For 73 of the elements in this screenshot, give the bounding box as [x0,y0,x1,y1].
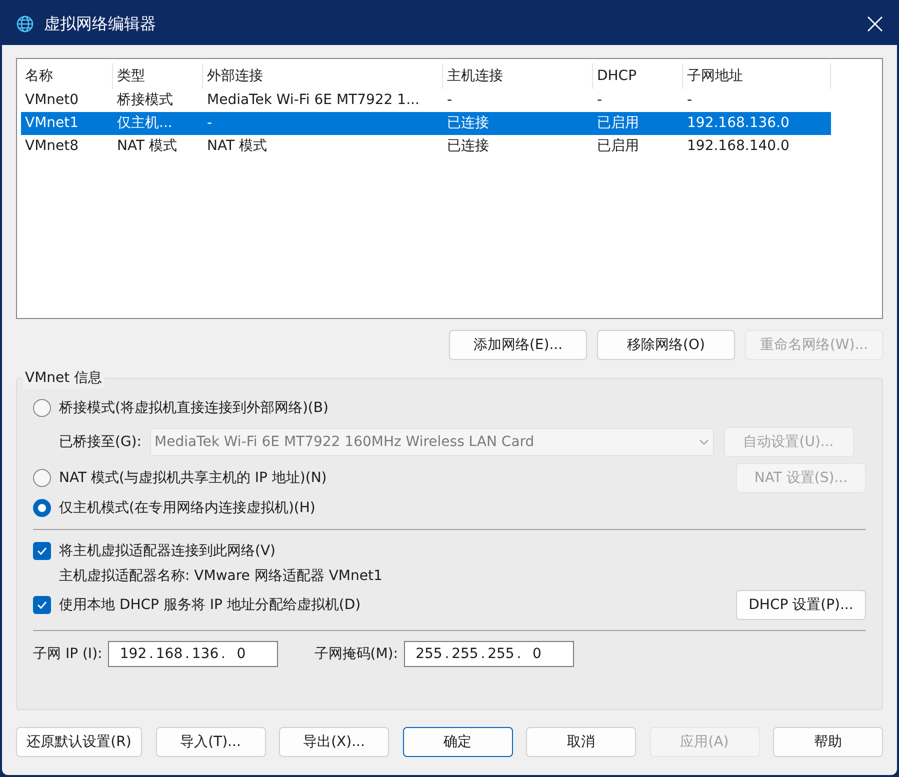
octet-value: 0 [236,644,247,664]
close-icon[interactable] [867,16,883,32]
dialog-button[interactable]: 取消 [526,727,636,757]
table-row[interactable]: VMnet0 桥接模式 MediaTek Wi-Fi 6E MT7922 1... - - - [21,89,831,112]
adapter-name-text: 主机虚拟适配器名称: VMware 网络适配器 VMnet1 [59,566,384,586]
radio-button[interactable] [33,399,51,417]
table-cell-text: - [686,91,694,110]
dot-separator: . [516,644,522,664]
table-cell-text: VMnet0 [24,91,80,110]
dialog-button[interactable]: 确定 [402,727,512,757]
table-row[interactable]: VMnet8 NAT 模式 NAT 模式 已连接 已启用 192.168.140.0 [21,135,831,158]
window-title: 虚拟网络编辑器 [44,12,156,34]
table-cell-text: MediaTek Wi-Fi 6E MT7922 1... [206,91,420,110]
table-cell-text: - [446,91,454,110]
table-cell-text: - [596,91,604,110]
table-row[interactable]: VMnet1 仅主机... - 已连接 已启用 192.168.136.0 [21,112,831,135]
table-cell-text: 桥接模式 [116,91,174,110]
table-cell-text: VMnet8 [24,137,80,156]
action-button[interactable]: 添加网络(E)... [449,330,587,360]
dot-separator: . [148,644,154,664]
column-header[interactable]: 外部连接 [203,63,443,89]
chevron-down-icon [698,439,708,445]
column-header[interactable]: 名称 [21,63,113,89]
checkmark-icon [37,601,47,609]
table-cell-text: 仅主机... [116,114,174,133]
octet-value: 136 [191,644,220,664]
checkbox[interactable] [33,596,51,614]
table-cell-text: 已连接 [446,137,490,156]
dot-separator: . [444,644,450,664]
field-label: 已桥接至(G): [59,432,142,452]
dhcp-settings-button[interactable]: DHCP 设置(P)... [736,590,866,620]
dot-separator: . [480,644,486,664]
table-cell-text: NAT 模式 [116,137,178,156]
dot-separator: . [184,644,190,664]
column-header[interactable]: 子网地址 [683,63,831,89]
radio-label: 仅主机模式(在专用网络内连接虚拟机)(H) [59,498,316,518]
checkbox-label: 使用本地 DHCP 服务将 IP 地址分配给虚拟机(D) [59,596,361,614]
column-header[interactable]: 类型 [113,63,203,89]
ip-address-field[interactable]: 255 . 255 . 255 . 0 [404,641,574,667]
table-cell-text: 已连接 [446,114,490,133]
group-title: VMnet 信息 [23,368,104,389]
table-cell-text: 192.168.140.0 [686,137,790,156]
radio-label: NAT 模式(与虚拟机共享主机的 IP 地址)(N) [59,468,327,488]
field-label: 子网掩码(M): [314,644,398,664]
table-cell-text: NAT 模式 [206,137,268,156]
table-cell-text: VMnet1 [24,114,80,133]
radio-label: 桥接模式(将虚拟机直接连接到外部网络)(B) [59,398,328,418]
dialog-button[interactable]: 导出(X)... [279,727,389,757]
column-header[interactable]: 主机连接 [443,63,593,89]
octet-value: 0 [532,644,542,664]
dialog-button[interactable]: 导入(T)... [156,727,266,757]
ip-address-field[interactable]: 192 . 168 . 136 . 0 [108,641,278,667]
checkbox-label: 将主机虚拟适配器连接到此网络(V) [59,542,276,560]
dialog-button[interactable]: 还原默认设置(R) [16,727,142,757]
checkbox[interactable] [33,542,51,560]
octet-value: 255 [450,644,479,664]
octet-value: 192 [119,644,148,664]
radio-button[interactable] [33,469,51,487]
octet-value: 168 [155,644,184,664]
table-cell-text: - [206,114,214,133]
action-button[interactable]: 移除网络(O) [597,330,735,360]
table-cell-text: 已启用 [596,137,640,156]
table-cell-text: 已启用 [596,114,640,133]
table-cell-text: 192.168.136.0 [686,114,790,133]
globe-icon [16,14,34,32]
column-header[interactable]: DHCP [593,63,683,89]
octet-value: 255 [414,644,443,664]
field-label: 子网 IP (I): [33,644,102,664]
dialog-button[interactable]: 帮助 [773,727,883,757]
radio-button[interactable] [33,499,51,517]
dot-separator: . [220,644,226,664]
checkmark-icon [37,547,47,555]
octet-value: 255 [486,644,515,664]
